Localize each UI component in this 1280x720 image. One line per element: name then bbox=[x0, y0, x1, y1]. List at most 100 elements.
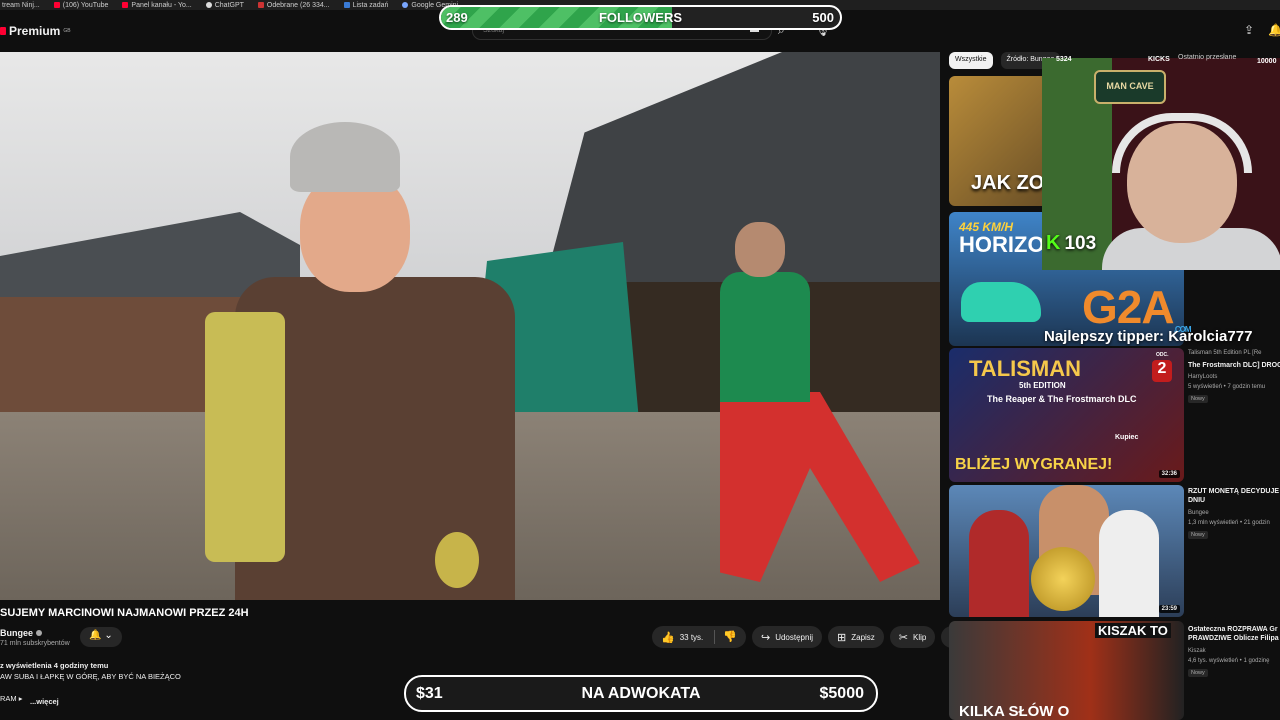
episode-label: ODC. bbox=[1156, 352, 1169, 358]
like-button[interactable]: 👍 33 tys. 👎 bbox=[652, 626, 746, 648]
walking-person-shirt bbox=[720, 272, 810, 402]
save-label: Zapisz bbox=[851, 632, 875, 642]
recommendation-channel[interactable]: HarryLoots bbox=[1188, 374, 1217, 380]
bookmark-item[interactable]: Odebrane (26 334... bbox=[257, 2, 330, 9]
youtube-logo[interactable]: Premium GB bbox=[0, 24, 71, 38]
video-description[interactable]: z wyświetlenia 4 godziny temu AW SUBA I … bbox=[0, 660, 400, 707]
top-tipper-label: Najlepszy tipper: Karolcia777 bbox=[1044, 328, 1253, 345]
video-duration: 32:36 bbox=[1158, 470, 1180, 478]
video-player[interactable] bbox=[0, 52, 940, 600]
walking-person-head bbox=[735, 222, 785, 277]
video-person-walking bbox=[710, 222, 930, 600]
gladiator-shoulder-guard bbox=[205, 312, 285, 562]
recent-label: Ostatnio przesłane bbox=[1178, 54, 1237, 61]
bookmark-item[interactable]: ChatGPT bbox=[205, 2, 244, 9]
kicks-current: 5324 bbox=[1056, 56, 1072, 63]
followers-label: FOLLOWERS bbox=[598, 10, 683, 25]
tasks-icon bbox=[343, 2, 350, 8]
chevron-down-icon: ⌄ bbox=[104, 630, 113, 641]
thumbnail-title: KISZAK TO bbox=[1095, 623, 1171, 638]
recommendation-title[interactable]: Ostateczna ROZPRAWA Gr PRAWDZIWE Oblicze… bbox=[1188, 625, 1280, 643]
bell-icon: 🔔 bbox=[89, 630, 102, 641]
thumbnail-bottom-text: BLIŻEJ WYGRANEJ! bbox=[955, 456, 1113, 473]
car-shape bbox=[961, 282, 1041, 322]
description-line3: RAM ▸ bbox=[0, 694, 23, 703]
thumbnail-bottom-text: KILKA SŁÓW O bbox=[959, 703, 1070, 720]
gladiator-helmet bbox=[290, 122, 400, 192]
clip-button[interactable]: ✂ Klip bbox=[889, 626, 936, 648]
logo-region: GB bbox=[63, 28, 71, 34]
recommendation-meta: 5 wyświetleń • 7 godzin temu bbox=[1188, 384, 1266, 390]
kicks-goal: 10000 bbox=[1257, 58, 1277, 65]
thumbnail-subtitle: 5th EDITION bbox=[1019, 381, 1066, 390]
upload-icon[interactable]: ⇪ bbox=[1244, 23, 1254, 37]
play-icon bbox=[0, 27, 6, 35]
thumbs-down-icon[interactable]: 👎 bbox=[714, 630, 737, 644]
bookmark-item[interactable]: tream Ninj... bbox=[2, 2, 40, 9]
new-badge: Nowy bbox=[1188, 669, 1208, 677]
thumbs-up-icon: 👍 bbox=[661, 631, 675, 644]
recommendation-title[interactable]: The Frostmarch DLC] DROG bbox=[1188, 361, 1280, 370]
followers-goal: 500 bbox=[812, 10, 834, 25]
chip-all[interactable]: Wszystkie bbox=[949, 52, 993, 69]
channel-name[interactable]: Bungee bbox=[0, 628, 33, 638]
share-icon: ↪ bbox=[760, 631, 771, 644]
thumbnail-person bbox=[1099, 510, 1159, 617]
recommendation-channel[interactable]: Kiszak bbox=[1188, 648, 1206, 654]
kick-logo-icon: K bbox=[1046, 232, 1061, 254]
thumbnail-dlc: The Reaper & The Frostmarch DLC bbox=[987, 394, 1137, 404]
notifications-icon[interactable]: 🔔 bbox=[1268, 23, 1280, 37]
gemini-icon bbox=[402, 2, 409, 8]
bookmark-item[interactable]: (106) YouTube bbox=[53, 2, 108, 9]
recommendation-meta: 4,6 tys. wyświetleń • 1 godzinę bbox=[1188, 658, 1270, 664]
thumbnail-text: HORIZO bbox=[959, 232, 1045, 257]
bookmark-item[interactable]: Lista zadań bbox=[343, 2, 388, 9]
kick-count-value: 103 bbox=[1064, 232, 1097, 254]
sponsor-logo: G2A.COM bbox=[1082, 280, 1191, 334]
save-button[interactable]: ⊞ Zapisz bbox=[828, 626, 884, 648]
like-count: 33 tys. bbox=[679, 632, 704, 642]
recommendation-item[interactable]: TALISMAN 5th EDITION The Reaper & The Fr… bbox=[949, 348, 1280, 482]
verified-icon bbox=[36, 630, 43, 636]
youtube-icon bbox=[122, 2, 129, 8]
recommendation-item[interactable]: 23:59 RZUT MONETĄ DECYDUJE DNIU Bungee 1… bbox=[949, 485, 1280, 617]
coin-icon bbox=[1031, 547, 1095, 611]
subscriber-count: 71 mln subskrybentów bbox=[0, 640, 70, 647]
recommendation-item[interactable]: KISZAK TO KILKA SŁÓW O Ostateczna ROZPRA… bbox=[949, 621, 1280, 720]
description-stats: z wyświetlenia 4 godziny temu bbox=[0, 661, 109, 670]
channel-info[interactable]: Bungee 71 mln subskrybentów bbox=[0, 628, 70, 647]
recommendation-channel[interactable]: Bungee bbox=[1188, 510, 1209, 516]
show-more-link[interactable]: ...więcej bbox=[30, 696, 59, 707]
subscription-bell-button[interactable]: 🔔 ⌄ bbox=[80, 627, 122, 647]
new-badge: Nowy bbox=[1188, 395, 1208, 403]
mancave-sign: MAN CAVE bbox=[1094, 70, 1166, 104]
share-label: Udostępnij bbox=[775, 632, 814, 642]
recommendation-thumbnail[interactable]: 23:59 bbox=[949, 485, 1184, 617]
bookmark-item[interactable]: Panel kanału - Yo... bbox=[122, 2, 192, 9]
recommendation-title[interactable]: RZUT MONETĄ DECYDUJE DNIU bbox=[1188, 487, 1280, 505]
kick-counter: K 103 bbox=[1046, 232, 1096, 255]
logo-text: Premium bbox=[9, 24, 61, 38]
episode-number: 2 bbox=[1152, 360, 1172, 382]
donation-goal-bar: $31 NA ADWOKATA $5000 bbox=[404, 675, 878, 712]
description-text: AW SUBA I ŁAPKĘ W GÓRĘ, ABY BYĆ NA BIEŻĄ… bbox=[0, 672, 181, 681]
recommendation-above-title: Talisman 5th Edition PL [Re bbox=[1188, 350, 1262, 356]
video-action-bar: 👍 33 tys. 👎 ↪ Udostępnij ⊞ Zapisz ✂ Klip… bbox=[652, 626, 967, 648]
walking-person-pants bbox=[720, 392, 920, 582]
youtube-icon bbox=[53, 2, 60, 8]
followers-goal-bar: 289 FOLLOWERS 500 bbox=[439, 5, 842, 30]
mail-icon bbox=[257, 2, 264, 8]
video-person-gladiator bbox=[195, 122, 545, 600]
thumbnail-title: TALISMAN bbox=[969, 356, 1082, 381]
sponsor-name: G2A bbox=[1082, 281, 1175, 333]
video-title: SUJEMY MARCINOWI NAJMANOWI PRZEZ 24H bbox=[0, 607, 249, 619]
thumbnail-kupiec: Kupiec bbox=[1115, 434, 1139, 441]
recommendation-thumbnail[interactable]: TALISMAN 5th EDITION The Reaper & The Fr… bbox=[949, 348, 1184, 482]
donation-goal: $5000 bbox=[819, 685, 865, 702]
stream-screen: tream Ninj... (106) YouTube Panel kanału… bbox=[0, 0, 1280, 720]
headset-icon bbox=[1112, 113, 1252, 173]
kicks-label: KICKS bbox=[1148, 56, 1170, 63]
donation-label: NA ADWOKATA bbox=[581, 685, 701, 702]
recommendation-thumbnail[interactable]: KISZAK TO KILKA SŁÓW O bbox=[949, 621, 1184, 720]
share-button[interactable]: ↪ Udostępnij bbox=[751, 626, 823, 648]
